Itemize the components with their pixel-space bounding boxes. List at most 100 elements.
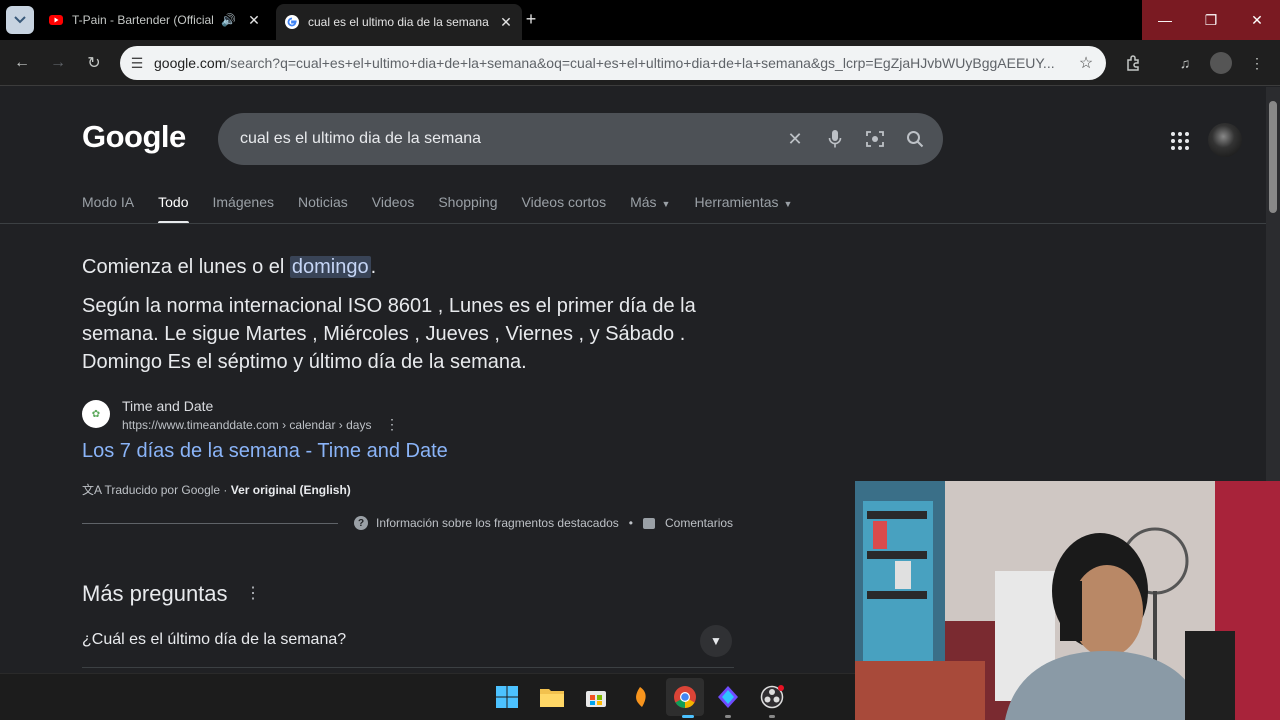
fl-studio-icon[interactable] (627, 684, 653, 710)
tab-google-search[interactable]: cual es el ultimo dia de la semana ✕ (276, 4, 522, 40)
account-avatar[interactable] (1208, 123, 1242, 157)
tab-label: Modo IA (82, 194, 135, 210)
chrome-icon[interactable] (666, 678, 704, 716)
dot-separator: • (628, 516, 633, 530)
headline-text: Comienza el lunes o el (82, 256, 290, 278)
new-tab-button[interactable]: + (520, 8, 542, 30)
tabs-divider (0, 223, 1266, 224)
obs-icon[interactable] (759, 684, 785, 710)
close-window-icon[interactable]: ✕ (1234, 0, 1280, 40)
tab-title: cual es el ultimo dia de la semana (308, 15, 489, 29)
tab-videos[interactable]: Videos (372, 194, 415, 224)
snippet-info-link[interactable]: Información sobre los fragmentos destaca… (376, 516, 619, 530)
close-tab-icon[interactable]: ✕ (246, 12, 262, 28)
url-text[interactable]: google.com/search?q=cual+es+el+ultimo+di… (154, 55, 1066, 71)
google-g-icon (285, 15, 299, 29)
caret-down-icon: ▼ (661, 199, 671, 209)
extensions-icon[interactable] (1122, 52, 1144, 74)
translated-by-text: Traducido por Google (104, 483, 221, 497)
running-app-indicator (725, 715, 731, 718)
search-input[interactable]: cual es el ultimo dia de la semana (218, 130, 775, 148)
back-arrow-icon[interactable]: ← (10, 51, 34, 75)
source-favicon[interactable]: ✿ (82, 400, 110, 428)
forward-arrow-icon[interactable]: → (46, 51, 70, 75)
browser-titlebar: T-Pain - Bartender (Official 🔊 ✕ cual es… (0, 0, 1280, 40)
browser-toolbar: ← → ↻ ☰ google.com/search?q=cual+es+el+u… (0, 40, 1280, 86)
result-title-link[interactable]: Los 7 días de la semana - Time and Date (82, 440, 448, 463)
restore-icon[interactable]: ❐ (1188, 0, 1234, 40)
windows-start-icon[interactable] (494, 684, 520, 710)
headline-highlight: domingo (289, 256, 371, 278)
translation-note: 文A Traducido por Google · Ver original (… (82, 483, 351, 497)
microphone-icon[interactable] (815, 129, 855, 149)
address-bar[interactable]: ☰ google.com/search?q=cual+es+el+ultimo+… (120, 46, 1106, 80)
clear-icon[interactable]: ✕ (775, 129, 815, 150)
scrollbar-thumb[interactable] (1269, 101, 1277, 213)
tab-youtube[interactable]: T-Pain - Bartender (Official 🔊 ✕ (40, 4, 270, 36)
active-app-indicator (682, 715, 694, 718)
tab-label: Más (630, 194, 657, 210)
tab-imagenes[interactable]: Imágenes (213, 194, 274, 224)
menu-kebab-icon[interactable]: ⋮ (1246, 52, 1268, 74)
tab-shopping[interactable]: Shopping (438, 194, 497, 224)
youtube-icon (49, 15, 63, 25)
tab-title: T-Pain - Bartender (Official (72, 13, 214, 27)
url-host: google.com (154, 55, 227, 71)
chevron-down-icon (14, 16, 26, 24)
headline-suffix: . (370, 256, 377, 278)
search-box[interactable]: cual es el ultimo dia de la semana ✕ (218, 113, 943, 165)
snippet-info-row: ? Información sobre los fragmentos desta… (354, 516, 733, 530)
browser-profile-button[interactable] (6, 6, 34, 34)
bookmark-star-icon[interactable]: ☆ (1066, 53, 1106, 73)
speaker-icon[interactable]: 🔊 (221, 13, 236, 27)
help-icon: ? (354, 516, 368, 530)
caret-down-icon: ▼ (783, 199, 793, 209)
site-info-icon[interactable]: ☰ (120, 55, 154, 72)
profile-avatar-icon[interactable] (1210, 52, 1232, 74)
tab-label: Videos cortos (521, 194, 607, 210)
microsoft-store-icon[interactable] (583, 684, 609, 710)
more-options-icon[interactable]: ⋮ (245, 583, 261, 603)
tab-label: Shopping (438, 194, 498, 210)
minimize-icon[interactable]: — (1142, 0, 1188, 40)
view-original-link[interactable]: Ver original (English) (231, 483, 351, 497)
tab-label: Herramientas (694, 194, 779, 210)
search-icon[interactable] (895, 130, 935, 148)
tab-label: Imágenes (212, 194, 274, 210)
google-apps-grid-icon[interactable] (1168, 129, 1192, 153)
search-tabs: Modo IA Todo Imágenes Noticias Videos Sh… (82, 194, 816, 224)
tab-label: Todo (158, 194, 189, 210)
close-tab-icon[interactable]: ✕ (498, 14, 514, 30)
tab-modo-ia[interactable]: Modo IA (82, 194, 134, 224)
featured-snippet-answer: Según la norma internacional ISO 8601 , … (82, 295, 696, 373)
reload-icon[interactable]: ↻ (82, 51, 106, 75)
snippet-divider (82, 523, 338, 524)
tab-label: Noticias (297, 194, 348, 210)
tab-todo[interactable]: Todo (158, 194, 189, 224)
more-questions-heading: Más preguntas (82, 581, 228, 606)
file-explorer-icon[interactable] (539, 684, 565, 710)
google-logo[interactable]: Google (82, 119, 186, 155)
more-options-icon[interactable]: ⋮ (385, 416, 399, 433)
running-app-indicator (769, 715, 775, 718)
tab-herramientas[interactable]: Herramientas ▼ (694, 194, 792, 224)
app-diamond-icon[interactable] (715, 684, 741, 710)
tab-videos-cortos[interactable]: Videos cortos (522, 194, 607, 224)
translate-icon: 文A (82, 483, 102, 497)
media-controls-icon[interactable]: ♫ (1174, 52, 1196, 74)
faq-question[interactable]: ¿Cuál es el último día de la semana? (82, 631, 346, 649)
expand-chevron-icon[interactable]: ▼ (700, 625, 732, 657)
tab-label: Videos (371, 194, 415, 210)
featured-snippet-headline: Comienza el lunes o el domingo. (82, 256, 376, 279)
tab-noticias[interactable]: Noticias (298, 194, 348, 224)
lens-camera-icon[interactable] (855, 129, 895, 149)
tab-mas[interactable]: Más ▼ (630, 194, 670, 224)
url-path: /search?q=cual+es+el+ultimo+dia+de+la+se… (226, 55, 1055, 71)
webcam-overlay (855, 481, 1280, 720)
webcam-video-image (855, 481, 1280, 720)
feedback-link[interactable]: Comentarios (665, 516, 733, 530)
faq-divider (82, 667, 734, 668)
feedback-icon (643, 517, 655, 529)
source-name[interactable]: Time and Date (122, 398, 213, 414)
source-url[interactable]: https://www.timeanddate.com › calendar ›… (122, 418, 371, 432)
